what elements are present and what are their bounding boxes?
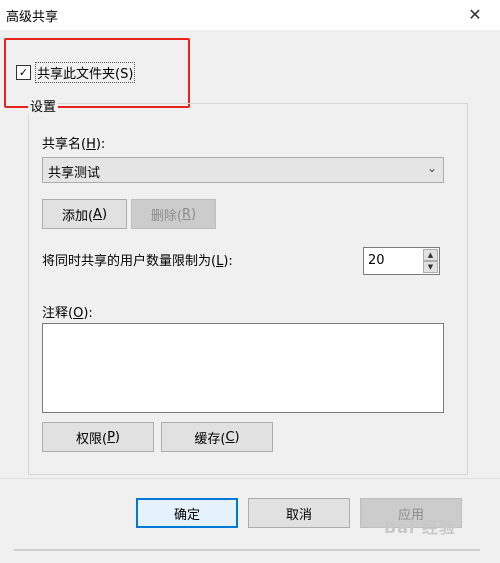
comments-label-prefix: 注释( — [42, 306, 74, 321]
footer-separator — [0, 478, 500, 479]
watermark: Bai 经验 — [384, 518, 457, 537]
share-folder-checkbox[interactable]: ✓ — [16, 65, 31, 80]
close-icon[interactable]: ✕ — [458, 2, 492, 28]
remove-button: 删除(R) — [131, 199, 216, 229]
window-bottom-edge — [14, 549, 480, 551]
permissions-button[interactable]: 权限(P) — [42, 422, 154, 452]
caching-button-suffix: ) — [234, 429, 240, 445]
share-name-label: 共享名(H): — [42, 133, 105, 152]
user-limit-value: 20 — [368, 253, 385, 268]
comments-label-suffix: ): — [83, 306, 93, 321]
permissions-button-suffix: ) — [114, 429, 120, 445]
settings-group-title: 设置 — [28, 96, 59, 115]
spin-down-icon[interactable]: ▼ — [423, 261, 438, 273]
permissions-button-prefix: 权限( — [76, 431, 108, 447]
user-limit-label-suffix: ): — [223, 254, 233, 269]
share-name-label-key: H — [86, 137, 96, 152]
caching-button[interactable]: 缓存(C) — [161, 422, 273, 452]
user-limit-label: 将同时共享的用户数量限制为(L): — [42, 250, 233, 269]
share-folder-checkbox-row[interactable]: ✓ 共享此文件夹(S) — [16, 62, 136, 83]
share-folder-label[interactable]: 共享此文件夹(S) — [35, 62, 136, 83]
add-button-key: A — [93, 206, 102, 222]
share-name-label-suffix: ): — [95, 137, 106, 152]
share-name-combobox[interactable]: 共享测试 ⌄ — [42, 157, 444, 183]
cancel-button[interactable]: 取消 — [248, 498, 350, 528]
share-name-value: 共享测试 — [48, 166, 101, 181]
spin-up-icon[interactable]: ▲ — [423, 249, 438, 261]
add-button-suffix: ) — [101, 206, 108, 222]
advanced-sharing-dialog: 高级共享 ✕ ✓ 共享此文件夹(S) 设置 共享名(H): 共享测试 ⌄ 添加(… — [0, 0, 500, 563]
remove-button-prefix: 删除( — [150, 208, 182, 224]
title-bar: 高级共享 ✕ — [0, 0, 500, 30]
comments-label: 注释(O): — [42, 302, 93, 321]
comments-textarea[interactable] — [42, 323, 444, 413]
user-limit-label-prefix: 将同时共享的用户数量限制为( — [42, 254, 217, 269]
caching-button-key: C — [225, 429, 235, 445]
remove-button-suffix: ) — [191, 206, 197, 222]
chevron-down-icon[interactable]: ⌄ — [427, 161, 437, 175]
window-title: 高级共享 — [6, 10, 59, 25]
comments-label-key: O — [73, 306, 84, 321]
add-button[interactable]: 添加(A) — [42, 199, 127, 229]
share-name-label-prefix: 共享名( — [42, 137, 87, 152]
caching-button-prefix: 缓存( — [194, 431, 226, 447]
user-limit-spinbox[interactable]: 20 ▲ ▼ — [363, 247, 440, 275]
add-button-prefix: 添加( — [61, 208, 94, 224]
ok-button[interactable]: 确定 — [136, 498, 238, 528]
remove-button-key: R — [181, 206, 192, 222]
checkmark-icon: ✓ — [18, 66, 29, 79]
permissions-button-key: P — [107, 429, 115, 445]
